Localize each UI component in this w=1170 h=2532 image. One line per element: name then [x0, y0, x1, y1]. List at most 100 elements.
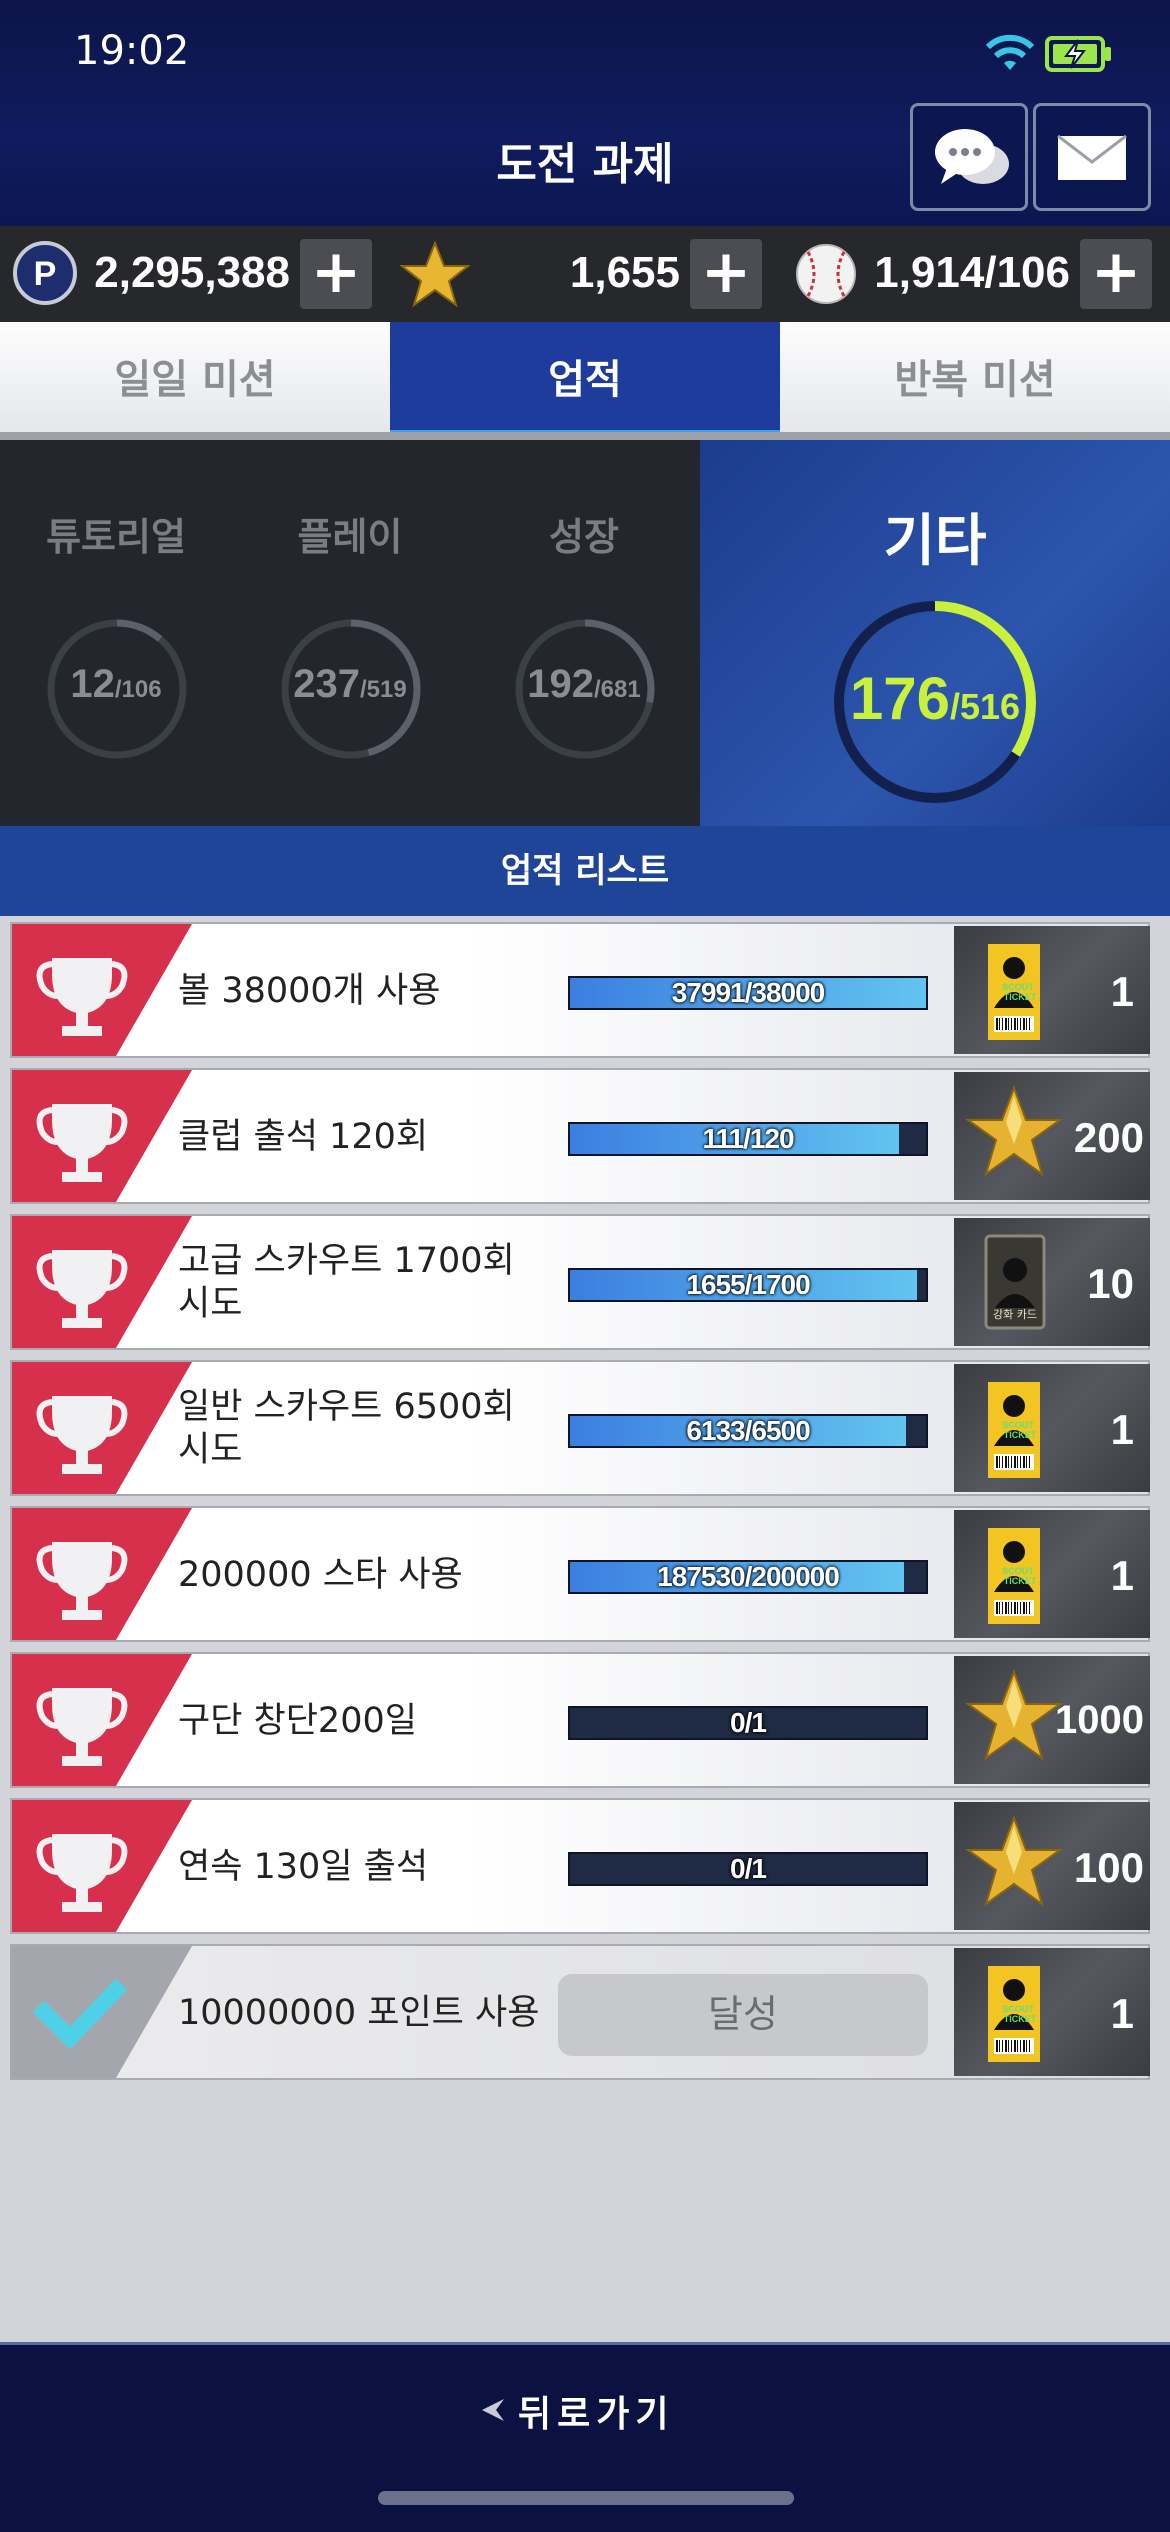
achievement-progress-bar: 6133/6500 [568, 1414, 928, 1448]
trophy-ribbon [12, 1216, 192, 1348]
reward-box[interactable]: SCOUT TICKET 1 [954, 1948, 1150, 2076]
category-current: 12 [70, 662, 115, 706]
achievement-progress-bar: 0/1 [568, 1706, 928, 1740]
achievement-row[interactable]: 10000000 포인트 사용 달성 SCOUT TICKET 1 [10, 1944, 1150, 2080]
svg-text:SCOUT: SCOUT [1002, 982, 1034, 992]
reward-count: 200 [1073, 1114, 1144, 1161]
achievement-row[interactable]: 고급 스카우트 1700회 시도 1655/1700 강화 카드 10 [10, 1214, 1150, 1350]
achievement-row[interactable]: 클럽 출석 120회 111/120 200 [10, 1068, 1150, 1204]
tab-daily-missions[interactable]: 일일 미션 [0, 322, 390, 438]
mail-icon [1057, 134, 1127, 180]
svg-text:TICKET: TICKET [1004, 992, 1037, 1002]
progress-text: 37991/38000 [671, 977, 826, 1008]
category-current: 176 [849, 665, 951, 732]
achievement-name: 10000000 포인트 사용 [178, 1993, 540, 2033]
category-total: /519 [360, 676, 407, 703]
achievement-progress-bar: 37991/38000 [568, 976, 928, 1010]
wifi-icon [985, 34, 1035, 70]
scout-ticket-icon: SCOUTTICKET [988, 1528, 1040, 1624]
category-panel: 튜토리얼 12/106 플레이 237/519 성장 192/681 [0, 440, 700, 826]
category-etc[interactable]: 기타 176/516 [700, 440, 1170, 826]
progress-text: 0/1 [730, 1853, 767, 1884]
svg-text:TICKET: TICKET [1004, 1576, 1037, 1586]
svg-text:TICKET: TICKET [1004, 1430, 1037, 1440]
achievement-name: 고급 스카우트 1700회 시도 [178, 1241, 515, 1324]
reward-box[interactable]: 200 [954, 1072, 1150, 1200]
status-time: 19:02 [74, 28, 190, 74]
achievement-name: 200000 스타 사용 [178, 1555, 463, 1595]
reward-box[interactable]: 강화 카드 10 [954, 1218, 1150, 1346]
reward-count: 1000 [1055, 1698, 1144, 1742]
add-ball-button[interactable]: + [1080, 239, 1152, 309]
chat-bubble-icon [935, 129, 1009, 184]
home-indicator [378, 2491, 794, 2505]
achievement-row[interactable]: 볼 38000개 사용 37991/38000 SCOUT TICKET 1 [10, 922, 1150, 1058]
baseball-icon [796, 244, 856, 304]
scout-ticket-icon: SCOUTTICKET [988, 1382, 1040, 1478]
chat-button[interactable] [910, 103, 1028, 211]
achievement-name: 일반 스카우트 6500회 시도 [178, 1387, 515, 1470]
achievement-row[interactable]: 일반 스카우트 6500회 시도 6133/6500 SCOUT TICKET 1 [10, 1360, 1150, 1496]
trophy-ribbon [12, 1800, 192, 1932]
reward-count: 1 [1110, 1552, 1134, 1599]
add-point-button[interactable]: + [300, 239, 372, 309]
tab-repeat-missions[interactable]: 반복 미션 [780, 322, 1170, 438]
mail-button[interactable] [1033, 103, 1151, 211]
category-label: 플레이 [297, 515, 403, 559]
scout-ticket-icon: SCOUTTICKET [988, 1966, 1040, 2062]
achievement-list-title: 업적 리스트 [0, 826, 1170, 916]
scout-ticket-icon: SCOUTTICKET [988, 944, 1040, 1040]
category-label: 튜토리얼 [46, 515, 186, 559]
achievement-name: 구단 창단200일 [178, 1701, 417, 1741]
star-amount: 1,655 [569, 248, 680, 297]
achievement-progress-bar: 187530/200000 [568, 1560, 928, 1594]
svg-text:SCOUT: SCOUT [1002, 2004, 1034, 2014]
achievement-progress-bar: 111/120 [568, 1122, 928, 1156]
reward-count: 10 [1087, 1260, 1134, 1307]
star-reward-icon [964, 1085, 1064, 1177]
add-star-button[interactable]: + [690, 239, 762, 309]
progress-text: 0/1 [730, 1707, 767, 1738]
achievement-progress-bar: 1655/1700 [568, 1268, 928, 1302]
category-play[interactable]: 플레이 237/519 [250, 440, 450, 826]
trophy-ribbon [12, 1070, 192, 1202]
reward-box[interactable]: SCOUT TICKET 1 [954, 926, 1150, 1054]
achievement-row[interactable]: 연속 130일 출석 0/1 100 [10, 1798, 1150, 1934]
reward-box[interactable]: SCOUT TICKET 1 [954, 1510, 1150, 1638]
point-amount: 2,295,388 [94, 248, 290, 297]
back-arrow-icon [482, 2399, 504, 2421]
reward-box[interactable]: 100 [954, 1802, 1150, 1930]
star-reward-icon [964, 1815, 1064, 1907]
trophy-ribbon [12, 1362, 192, 1494]
svg-text:TICKET: TICKET [1004, 2014, 1037, 2024]
enhance-card-icon: 강화 카드 [984, 1234, 1046, 1330]
trophy-ribbon [12, 1654, 192, 1786]
trophy-ribbon [12, 1508, 192, 1640]
currency-bar: P 2,295,388 + 1,655 + 1,914/106 + [0, 226, 1170, 322]
category-total: /106 [114, 676, 162, 703]
category-tutorial[interactable]: 튜토리얼 12/106 [16, 440, 216, 826]
top-header: 19:02 도전 과제 [0, 0, 1170, 226]
achievement-row[interactable]: 200000 스타 사용 187530/200000 SCOUT TICKET 1 [10, 1506, 1150, 1642]
svg-text:강화 카드: 강화 카드 [993, 1308, 1037, 1321]
ball-amount: 1,914/106 [874, 248, 1070, 297]
svg-text:P: P [34, 255, 57, 293]
reward-box[interactable]: 1000 [954, 1656, 1150, 1784]
category-total: /681 [594, 676, 641, 703]
back-button[interactable]: 뒤로가기 [470, 2381, 710, 2441]
trophy-ribbon [12, 924, 192, 1056]
achievement-name: 연속 130일 출석 [178, 1847, 429, 1887]
bottom-bar: 뒤로가기 [0, 2342, 1170, 2532]
tab-divider [0, 432, 1170, 440]
category-current: 237 [293, 662, 361, 706]
reward-box[interactable]: SCOUT TICKET 1 [954, 1364, 1150, 1492]
achieved-button[interactable]: 달성 [558, 1974, 928, 2056]
achievement-row[interactable]: 구단 창단200일 0/1 1000 [10, 1652, 1150, 1788]
category-growth[interactable]: 성장 192/681 [484, 440, 684, 826]
tab-achievements[interactable]: 업적 [390, 322, 780, 438]
progress-text: 6133/6500 [686, 1415, 810, 1446]
achievement-progress-bar: 0/1 [568, 1852, 928, 1886]
category-total: /516 [950, 686, 1021, 727]
star-icon [400, 240, 470, 308]
svg-text:SCOUT: SCOUT [1002, 1420, 1034, 1430]
